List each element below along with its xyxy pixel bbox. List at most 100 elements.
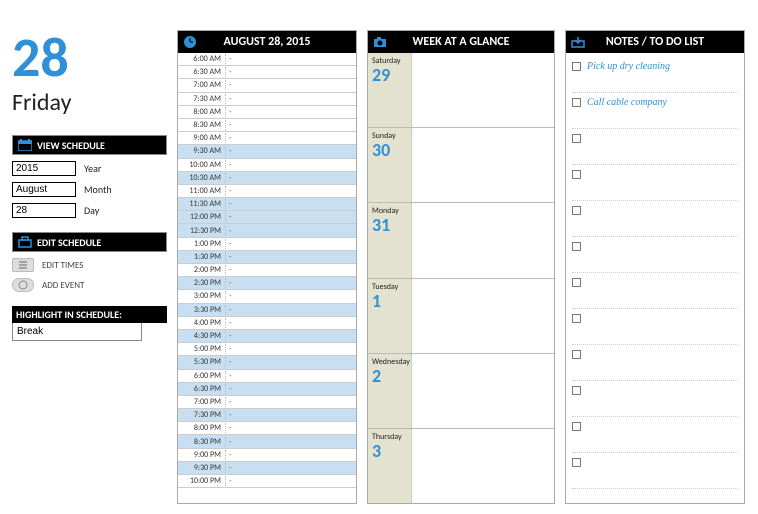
time-row[interactable]: 1:30 PM- [178,251,356,264]
time-label: 9:30 AM [178,146,226,156]
day-content [412,354,554,428]
time-row[interactable]: 8:00 PM- [178,422,356,435]
day-input[interactable] [12,203,76,218]
time-label: 5:00 PM [178,344,226,354]
time-row[interactable]: 9:00 PM- [178,449,356,462]
note-checkbox[interactable] [572,422,581,431]
day-block[interactable]: Wednesday2 [368,354,554,429]
time-label: 7:00 AM [178,80,226,90]
note-row [572,381,738,417]
note-row [572,309,738,345]
note-row [572,453,738,489]
highlight-input[interactable] [12,323,142,341]
time-row[interactable]: 11:00 AM- [178,185,356,198]
edit-times-button[interactable]: EDIT TIMES [12,258,167,272]
time-row[interactable]: 1:00 PM- [178,238,356,251]
time-content: - [226,423,231,433]
time-row[interactable]: 12:30 PM- [178,224,356,237]
month-input[interactable] [12,182,76,197]
time-row[interactable]: 10:00 AM- [178,159,356,172]
time-content: - [226,450,231,460]
time-row[interactable]: 9:30 AM- [178,145,356,158]
year-input[interactable] [12,161,76,176]
add-event-button[interactable]: ADD EVENT [12,278,167,292]
day-row: Day [12,203,167,218]
day-block[interactable]: Saturday29 [368,53,554,128]
time-row[interactable]: 7:00 AM- [178,79,356,92]
day-number: 31 [372,216,407,236]
time-row[interactable]: 11:30 AM- [178,198,356,211]
time-label: 9:00 PM [178,450,226,460]
time-content: - [226,67,231,77]
time-content: - [226,357,231,367]
note-checkbox[interactable] [572,206,581,215]
time-content: - [226,437,231,447]
day-block[interactable]: Sunday30 [368,128,554,203]
year-row: Year [12,161,167,176]
day-left: Wednesday2 [368,354,412,428]
note-checkbox[interactable] [572,458,581,467]
time-content: - [226,371,231,381]
note-checkbox[interactable] [572,170,581,179]
note-row [572,237,738,273]
time-row[interactable]: 8:00 AM- [178,106,356,119]
time-row[interactable]: 10:30 AM- [178,172,356,185]
time-row[interactable]: 2:30 PM- [178,277,356,290]
day-content [412,53,554,127]
time-content: - [226,278,231,288]
time-row[interactable]: 6:30 AM- [178,66,356,79]
time-content: - [226,146,231,156]
note-checkbox[interactable] [572,242,581,251]
time-row[interactable]: 7:30 PM- [178,409,356,422]
time-row[interactable]: 8:30 PM- [178,435,356,448]
note-row: Call cable company [572,93,738,129]
time-content: - [226,305,231,315]
time-row[interactable]: 4:00 PM- [178,317,356,330]
day-content [412,203,554,277]
time-content: - [226,212,231,222]
schedule-header-text: AUGUST 28, 2015 [224,35,311,49]
time-row[interactable]: 2:00 PM- [178,264,356,277]
note-checkbox[interactable] [572,314,581,323]
time-row[interactable]: 5:30 PM- [178,356,356,369]
time-content: - [226,120,231,130]
time-row[interactable]: 10:00 PM- [178,475,356,488]
time-row[interactable]: 3:00 PM- [178,290,356,303]
add-event-label: ADD EVENT [42,280,84,291]
highlight-header: HIGHLIGHT IN SCHEDULE: [12,306,167,323]
time-row[interactable]: 12:00 PM- [178,211,356,224]
note-checkbox[interactable] [572,98,581,107]
note-checkbox[interactable] [572,134,581,143]
month-label: Month [84,183,112,196]
time-label: 10:00 PM [178,476,226,486]
time-content: - [226,291,231,301]
time-label: 3:30 PM [178,305,226,315]
day-number: 2 [372,367,407,387]
day-block[interactable]: Thursday3 [368,429,554,503]
day-block[interactable]: Tuesday1 [368,279,554,354]
time-row[interactable]: 4:30 PM- [178,330,356,343]
week-body: Saturday29Sunday30Monday31Tuesday1Wednes… [368,53,554,503]
time-label: 10:30 AM [178,173,226,183]
list-icon [12,258,34,272]
time-row[interactable]: 7:30 AM- [178,93,356,106]
day-block[interactable]: Monday31 [368,203,554,278]
time-label: 3:00 PM [178,291,226,301]
time-row[interactable]: 6:00 AM- [178,53,356,66]
time-content: - [226,410,231,420]
time-row[interactable]: 5:00 PM- [178,343,356,356]
note-checkbox[interactable] [572,350,581,359]
week-header: WEEK AT A GLANCE [368,31,554,53]
time-row[interactable]: 8:30 AM- [178,119,356,132]
clock-icon [182,34,198,50]
time-row[interactable]: 9:00 AM- [178,132,356,145]
note-checkbox[interactable] [572,278,581,287]
time-content: - [226,173,231,183]
time-row[interactable]: 7:00 PM- [178,396,356,409]
note-checkbox[interactable] [572,62,581,71]
time-row[interactable]: 6:30 PM- [178,383,356,396]
time-row[interactable]: 6:00 PM- [178,370,356,383]
time-row[interactable]: 9:30 PM- [178,462,356,475]
note-checkbox[interactable] [572,386,581,395]
time-row[interactable]: 3:30 PM- [178,304,356,317]
